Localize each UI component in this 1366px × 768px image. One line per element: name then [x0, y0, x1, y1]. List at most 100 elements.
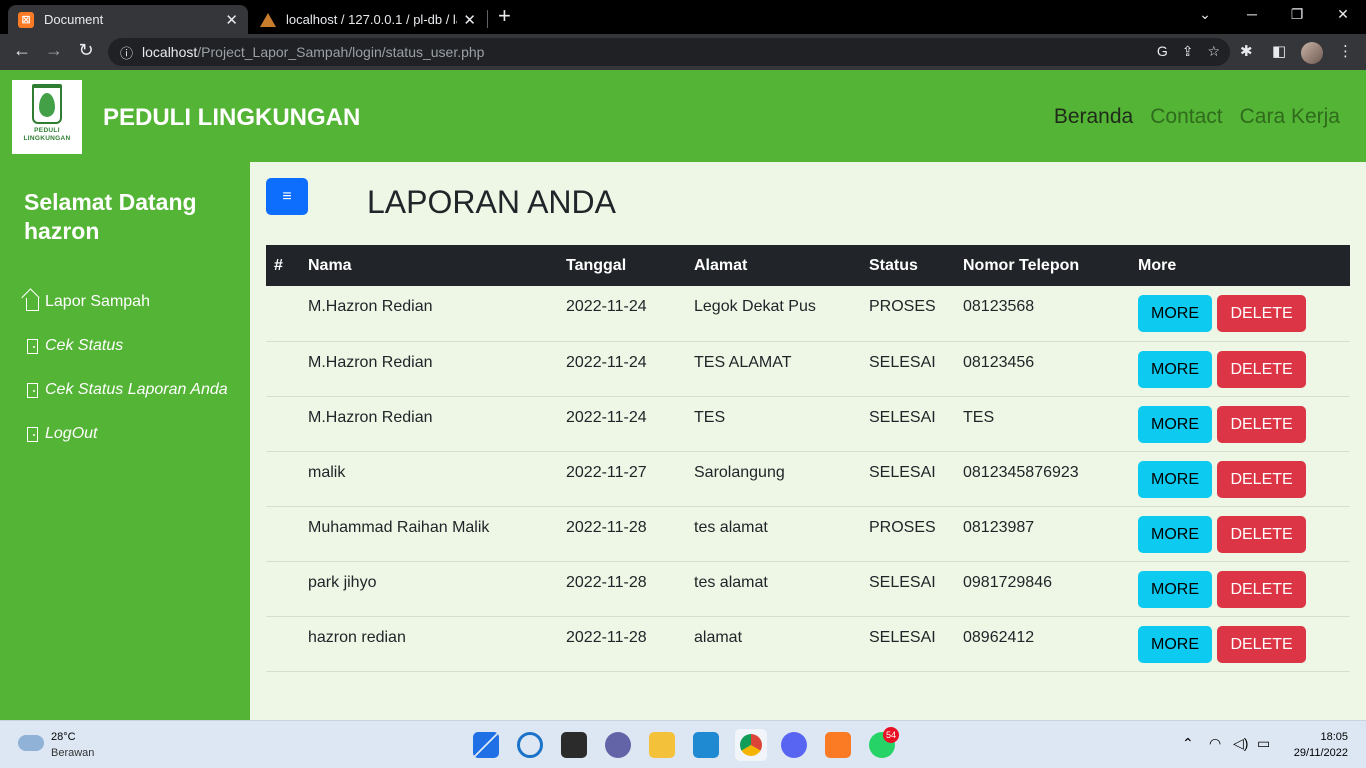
alamat-cell: Legok Dekat Pus [686, 286, 861, 342]
side-panel-icon[interactable]: ◧ [1272, 42, 1286, 60]
alamat-cell: TES ALAMAT [686, 341, 861, 397]
weather-description[interactable]: Berawan [51, 747, 94, 759]
delete-button[interactable]: DELETE [1217, 515, 1306, 553]
search-icon[interactable] [517, 732, 543, 758]
close-tab-icon[interactable]: ✕ [225, 11, 238, 29]
telepon-cell: 0981729846 [955, 561, 1130, 617]
sidebar-item-cek-status[interactable]: Cek Status [24, 337, 123, 355]
nama-cell: M.Hazron Redian [300, 341, 558, 397]
more-button[interactable]: MORE [1138, 625, 1212, 663]
windows-start-icon[interactable] [473, 732, 499, 758]
delete-button[interactable]: DELETE [1217, 625, 1306, 663]
site-logo[interactable]: PEDULI LINGKUNGAN [12, 80, 82, 154]
discord-icon[interactable] [781, 732, 807, 758]
tab-title: localhost / 127.0.0.1 / pl-db / lap [286, 12, 458, 27]
url-host: localhost [142, 44, 198, 60]
sidebar-item-label: Cek Status Laporan Anda [45, 381, 228, 398]
nav-cara-kerja[interactable]: Cara Kerja [1240, 105, 1340, 129]
table-row: M.Hazron Redian 2022-11-24 Legok Dekat Pus… [266, 286, 1350, 342]
wifi-icon[interactable]: ◠ [1209, 735, 1221, 752]
vscode-icon[interactable] [693, 732, 719, 758]
volume-icon[interactable]: ◁) [1233, 735, 1248, 752]
share-icon[interactable]: ⇪ [1182, 43, 1194, 60]
bookmark-star-icon[interactable]: ☆ [1207, 43, 1220, 60]
alamat-cell: tes alamat [686, 561, 861, 617]
tanggal-cell: 2022-11-28 [558, 561, 686, 617]
google-lens-icon[interactable]: G [1157, 43, 1168, 60]
sidebar-item-cek-status-laporan[interactable]: Cek Status Laporan Anda [24, 381, 228, 399]
battery-icon[interactable]: ▭ [1257, 735, 1270, 752]
address-bar[interactable]: ⓘ localhost/Project_Lapor_Sampah/login/s… [108, 38, 1230, 66]
delete-button[interactable]: DELETE [1217, 295, 1306, 332]
delete-button[interactable]: DELETE [1217, 350, 1306, 388]
row-number-cell [266, 561, 300, 617]
logo-text-line2: LINGKUNGAN [23, 135, 71, 142]
file-explorer-icon[interactable] [649, 732, 675, 758]
close-tab-icon[interactable]: ✕ [463, 11, 476, 29]
column-header: Tanggal [566, 256, 627, 274]
tab-phpmyadmin[interactable]: localhost / 127.0.0.1 / pl-db / lap ✕ [250, 5, 486, 34]
column-header: Nama [308, 256, 352, 274]
telepon-cell: TES [955, 396, 1130, 452]
trash-bin-icon [32, 84, 62, 124]
tab-document[interactable]: ⊠ Document ✕ [8, 5, 248, 34]
door-icon [26, 338, 38, 354]
restore-icon[interactable]: ❐ [1282, 6, 1312, 23]
tab-search-icon[interactable]: ⌄ [1190, 6, 1220, 23]
row-number-cell [266, 396, 300, 452]
teams-chat-icon[interactable] [605, 732, 631, 758]
tanggal-cell: 2022-11-27 [558, 451, 686, 507]
status-cell: SELESAI [861, 561, 955, 617]
minimize-icon[interactable]: ─ [1237, 6, 1267, 22]
nav-beranda[interactable]: Beranda [1054, 105, 1133, 129]
more-button[interactable]: MORE [1138, 350, 1212, 388]
forward-icon[interactable]: → [42, 40, 66, 61]
site-info-icon[interactable]: ⓘ [120, 43, 133, 62]
chrome-taskbar-button[interactable] [735, 729, 767, 761]
sidebar-item-logout[interactable]: LogOut [24, 425, 97, 443]
more-button[interactable]: MORE [1138, 515, 1212, 553]
table-row: M.Hazron Redian 2022-11-24 TES SELESAI TES MO… [266, 396, 1350, 452]
back-icon[interactable]: ← [10, 40, 34, 61]
close-window-icon[interactable]: ✕ [1328, 6, 1358, 23]
cloud-icon[interactable] [18, 735, 44, 751]
site-header: PEDULI LINGKUNGAN PEDULI LINGKUNGAN Bera… [0, 70, 1366, 162]
tanggal-cell: 2022-11-24 [558, 341, 686, 397]
delete-button[interactable]: DELETE [1217, 405, 1306, 443]
status-cell: SELESAI [861, 341, 955, 397]
chrome-menu-icon[interactable]: ⋮ [1338, 42, 1353, 60]
table-row: hazron redian 2022-11-28 alamat SELESAI 0896… [266, 616, 1350, 672]
column-header: Status [869, 256, 918, 274]
status-cell: SELESAI [861, 616, 955, 672]
sidebar-toggle-button[interactable]: ≡ [266, 178, 308, 215]
actions-cell: MORE DELETE [1130, 286, 1350, 342]
reload-icon[interactable]: ↻ [74, 40, 98, 61]
delete-button[interactable]: DELETE [1217, 570, 1306, 608]
delete-button[interactable]: DELETE [1217, 460, 1306, 498]
more-button[interactable]: MORE [1138, 405, 1212, 443]
tab-title: Document [44, 12, 104, 27]
profile-avatar[interactable] [1301, 42, 1323, 64]
status-cell: PROSES [861, 286, 955, 342]
status-cell: SELESAI [861, 451, 955, 507]
whatsapp-notification-badge: 54 [883, 727, 899, 743]
xampp-icon[interactable] [825, 732, 851, 758]
more-button[interactable]: MORE [1138, 570, 1212, 608]
weather-temperature[interactable]: 28°C [51, 731, 76, 743]
windows-taskbar: 28°C Berawan ⌃ ◠ ◁) ▭ 18:05 29/11/2022 [0, 720, 1366, 768]
nama-cell: hazron redian [300, 616, 558, 672]
system-clock[interactable]: 18:05 29/11/2022 [1294, 729, 1348, 761]
site-title: PEDULI LINGKUNGAN [103, 104, 361, 131]
extensions-icon[interactable]: ✱ [1240, 42, 1253, 60]
omnibox-actions: G ⇪ ☆ [1157, 43, 1220, 60]
task-view-icon[interactable] [561, 732, 587, 758]
more-button[interactable]: MORE [1138, 460, 1212, 498]
sidebar-item-lapor-sampah[interactable]: Lapor Sampah [24, 293, 150, 311]
column-header: # [274, 256, 283, 274]
more-button[interactable]: MORE [1138, 295, 1212, 332]
new-tab-button[interactable]: + [498, 5, 511, 27]
chevron-up-icon[interactable]: ⌃ [1182, 735, 1194, 752]
telepon-cell: 08123456 [955, 341, 1130, 397]
clock-date: 29/11/2022 [1293, 747, 1348, 759]
nav-contact[interactable]: Contact [1150, 105, 1222, 129]
